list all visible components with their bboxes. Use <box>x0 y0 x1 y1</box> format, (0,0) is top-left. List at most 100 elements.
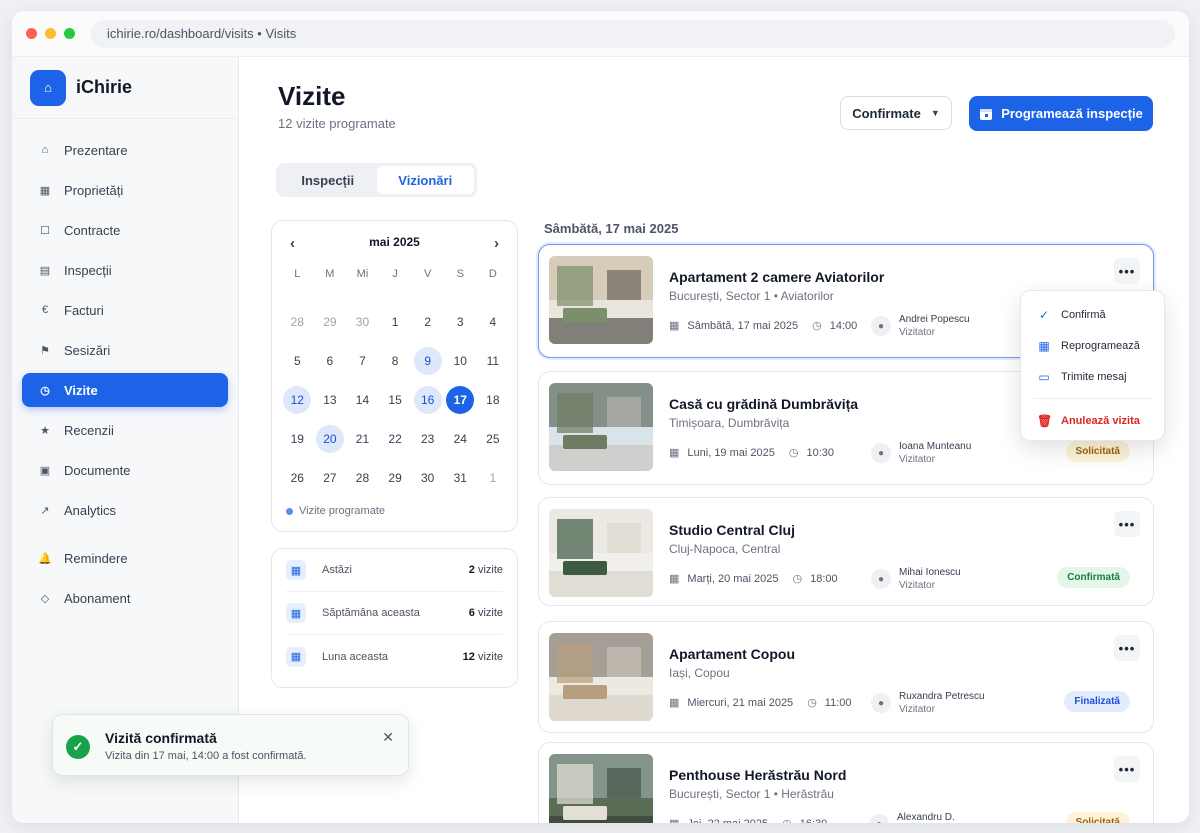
calendar-day[interactable]: 14 <box>346 380 379 419</box>
calendar-day[interactable]: 27 <box>314 458 347 497</box>
maximize-window-dot[interactable] <box>64 28 75 39</box>
sidebar-item-documente[interactable]: ▣ Documente <box>22 453 228 487</box>
menu-item-message[interactable]: ▭ Trimite mesaj <box>1021 361 1164 392</box>
visitor-role: Vizitator <box>899 580 935 591</box>
visit-location: Timișoara, Dumbrăvița <box>669 416 790 430</box>
minimize-window-dot[interactable] <box>45 28 56 39</box>
sidebar-item-abonament[interactable]: ◇ Abonament <box>22 581 228 615</box>
calendar-day[interactable]: 8 <box>379 341 412 380</box>
calendar-legend-label: Vizite programate <box>299 505 386 517</box>
menu-item-check-circle[interactable]: ✓ Confirmă <box>1021 299 1164 330</box>
status-filter-dropdown[interactable]: Confirmate ▼ <box>840 96 952 130</box>
calendar-day[interactable]: 2 <box>411 302 444 341</box>
calendar-day[interactable]: 28 <box>346 458 379 497</box>
more-options-icon[interactable]: ••• <box>1114 635 1140 661</box>
visitor: ● Mihai Ionescu Vizitator <box>871 566 961 592</box>
tab-inspecții[interactable]: Inspecții <box>279 166 377 194</box>
sidebar-item-inspec-ii[interactable]: ▤ Inspecții <box>22 253 228 287</box>
calendar-day[interactable]: 11 <box>477 341 510 380</box>
sidebar-item-remindere[interactable]: 🔔 Remindere <box>22 541 228 575</box>
calendar-day[interactable]: 7 <box>346 341 379 380</box>
more-options-icon[interactable]: ••• <box>1114 756 1140 782</box>
calendar-day[interactable]: 20 <box>314 419 347 458</box>
schedule-inspection-button[interactable]: Programează inspecție <box>969 96 1153 131</box>
tab-vizionări[interactable]: Vizionări <box>376 166 474 194</box>
close-icon[interactable]: ✕ <box>382 729 394 746</box>
chevron-right-icon[interactable]: › <box>494 235 499 252</box>
visit-card[interactable]: Studio Central Cluj Cluj-Napoca, Central ▦… <box>538 497 1154 606</box>
visit-meta: ▦ Joi, 22 mai 2025 ◷ 16:30 <box>669 817 827 824</box>
sidebar-item-label: Remindere <box>64 550 128 566</box>
calendar-day[interactable]: 24 <box>444 419 477 458</box>
sidebar-item-propriet-i[interactable]: ▦ Proprietăți <box>22 173 228 207</box>
calendar-day[interactable]: 9 <box>411 341 444 380</box>
calendar-day[interactable]: 5 <box>281 341 314 380</box>
calendar-day[interactable]: 1 <box>477 458 510 497</box>
calendar-day[interactable]: 29 <box>379 458 412 497</box>
calendar-day[interactable]: 19 <box>281 419 314 458</box>
calendar-day[interactable]: 15 <box>379 380 412 419</box>
calendar-day[interactable]: 31 <box>444 458 477 497</box>
flag-icon: ⚑ <box>40 344 50 357</box>
calendar-day[interactable]: 13 <box>314 380 347 419</box>
visit-date: Luni, 19 mai 2025 <box>687 446 775 459</box>
calendar-day[interactable]: 18 <box>477 380 510 419</box>
calendar-day-selected[interactable]: 17 <box>444 380 477 419</box>
brand: ⌂ iChirie <box>12 57 238 119</box>
calendar-day[interactable]: 30 <box>346 302 379 341</box>
visitor-name: Mihai Ionescu <box>899 567 961 578</box>
calendar-day[interactable]: 6 <box>314 341 347 380</box>
visit-card[interactable]: Penthouse Herăstrău Nord București, Secto… <box>538 742 1154 823</box>
visit-location: Cluj-Napoca, Central <box>669 542 781 556</box>
visitor: ● Alexandru D.Vizitator <box>869 811 955 823</box>
calendar-day-number: 5 <box>293 353 301 368</box>
home-icon[interactable]: ⌂ <box>30 69 66 106</box>
menu-divider <box>1033 398 1152 399</box>
sidebar-item-analytics[interactable]: ↗ Analytics <box>22 493 228 527</box>
more-options-icon[interactable]: ••• <box>1114 258 1140 284</box>
sidebar-item-sesiz-ri[interactable]: ⚑ Sesizări <box>22 333 228 367</box>
sidebar-item-facturi[interactable]: € Facturi <box>22 293 228 327</box>
status-filter-label: Confirmate <box>852 105 921 121</box>
calendar-day-number: 29 <box>323 314 337 329</box>
calendar-day[interactable]: 10 <box>444 341 477 380</box>
visit-location: București, Sector 1 • Aviatorilor <box>669 289 834 303</box>
chevron-left-icon[interactable]: ‹ <box>290 235 295 252</box>
calendar-day-number: 26 <box>290 470 304 485</box>
calendar-day-number: 20 <box>315 424 344 453</box>
calendar-day[interactable]: 4 <box>477 302 510 341</box>
calendar-day[interactable]: 22 <box>379 419 412 458</box>
cancel-visit-menu-item[interactable]: 🗑 Anulează vizita <box>1021 405 1164 436</box>
calendar-day[interactable]: 21 <box>346 419 379 458</box>
browser-titlebar: ichirie.ro/dashboard/visits • Visits <box>12 11 1189 57</box>
more-options-icon[interactable]: ••• <box>1114 511 1140 537</box>
calendar-day-number: 13 <box>323 392 337 407</box>
stat-unit: vizite <box>477 564 503 576</box>
calendar-day[interactable]: 23 <box>411 419 444 458</box>
calendar-day[interactable]: 26 <box>281 458 314 497</box>
calendar-day[interactable]: 16 <box>411 380 444 419</box>
sidebar-item-recenzii[interactable]: ★ Recenzii <box>22 413 228 447</box>
weekday-label: V <box>424 268 432 280</box>
menu-item-calendar[interactable]: ▦ Reprogramează <box>1021 330 1164 361</box>
bell-icon: 🔔 <box>38 552 52 565</box>
calendar-day[interactable]: 25 <box>477 419 510 458</box>
visit-card[interactable]: Apartament Copou Iași, Copou ▦ Miercuri, 21… <box>538 621 1154 733</box>
chevron-down-icon: ▼ <box>930 108 940 118</box>
calendar-day[interactable]: 30 <box>411 458 444 497</box>
calendar-day[interactable]: 28 <box>281 302 314 341</box>
sidebar-item-contracte[interactable]: ☐ Contracte <box>22 213 228 247</box>
calendar-day-number: 21 <box>355 431 370 446</box>
calendar-day[interactable]: 29 <box>314 302 347 341</box>
visitor-info: Ruxandra Petrescu Vizitator <box>899 690 985 716</box>
nav-divider <box>22 533 228 541</box>
sidebar-item-vizite[interactable]: ◷ Vizite <box>22 373 228 407</box>
sidebar-item-prezentare[interactable]: ⌂ Prezentare <box>22 133 228 167</box>
menu-item-label: Reprogramează <box>1061 339 1140 352</box>
address-bar[interactable]: ichirie.ro/dashboard/visits • Visits <box>91 19 1175 48</box>
calendar-day[interactable]: 3 <box>444 302 477 341</box>
calendar-day[interactable]: 12 <box>281 380 314 419</box>
calendar-icon <box>980 108 993 120</box>
calendar-day[interactable]: 1 <box>379 302 412 341</box>
close-window-dot[interactable] <box>26 28 37 39</box>
